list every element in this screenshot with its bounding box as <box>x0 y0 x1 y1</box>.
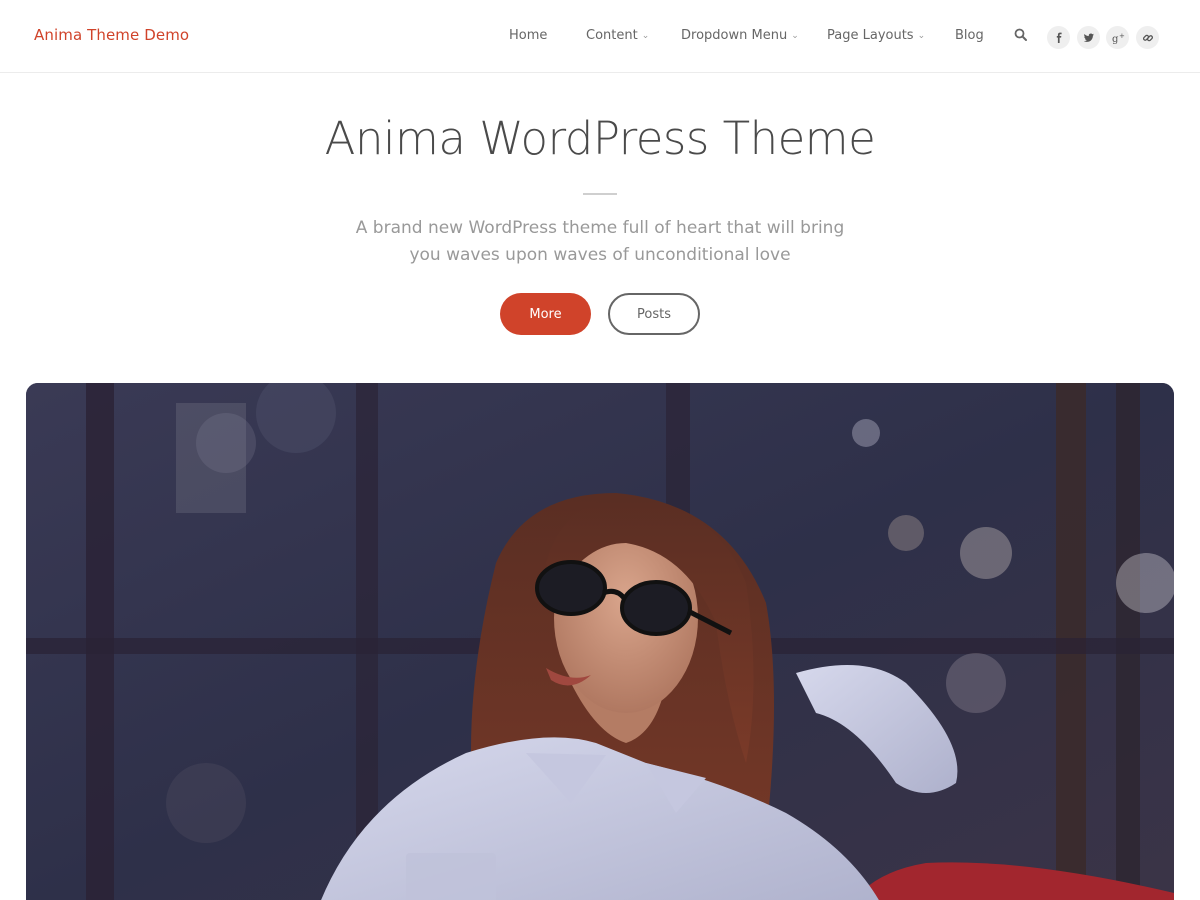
hero-subtitle-line-2: you waves upon waves of unconditional lo… <box>409 245 791 265</box>
search-icon[interactable] <box>1013 27 1029 43</box>
nav-item-label: Blog <box>955 28 984 43</box>
nav-item-home[interactable]: Home <box>509 28 547 43</box>
chevron-down-icon: ⌄ <box>641 31 650 41</box>
facebook-icon[interactable] <box>1047 26 1070 49</box>
nav-item-content[interactable]: Content ⌄ <box>586 28 649 43</box>
nav-item-label: Page Layouts <box>827 28 914 43</box>
nav-item-page-layouts[interactable]: Page Layouts ⌄ <box>827 28 925 43</box>
twitter-icon[interactable] <box>1077 26 1100 49</box>
posts-button[interactable]: Posts <box>608 293 700 335</box>
link-icon[interactable] <box>1136 26 1159 49</box>
nav-item-label: Content <box>586 28 638 43</box>
main-navigation: Home Content ⌄ Dropdown Menu ⌄ Page Layout… <box>0 0 1200 73</box>
chevron-down-icon: ⌄ <box>917 31 926 41</box>
hero-subtitle: A brand new WordPress theme full of hear… <box>300 215 900 269</box>
hero-subtitle-line-1: A brand new WordPress theme full of hear… <box>355 218 845 238</box>
svg-text:g: g <box>1112 34 1119 44</box>
chevron-down-icon: ⌄ <box>791 31 799 41</box>
svg-text:+: + <box>1119 32 1125 40</box>
site-header: Anima Theme Demo Home Content ⌄ Dropdown … <box>0 0 1200 73</box>
woman-with-sunglasses-photo <box>26 383 1174 900</box>
nav-item-dropdown-menu[interactable]: Dropdown Menu ⌄ <box>681 28 799 43</box>
nav-item-blog[interactable]: Blog <box>955 28 984 43</box>
nav-item-label: Dropdown Menu <box>681 28 788 43</box>
hero-divider <box>583 193 617 195</box>
more-button[interactable]: More <box>500 293 591 335</box>
hero-title: Anima WordPress Theme <box>324 112 876 165</box>
nav-item-label: Home <box>509 28 548 43</box>
google-plus-icon[interactable]: g + <box>1106 26 1129 49</box>
